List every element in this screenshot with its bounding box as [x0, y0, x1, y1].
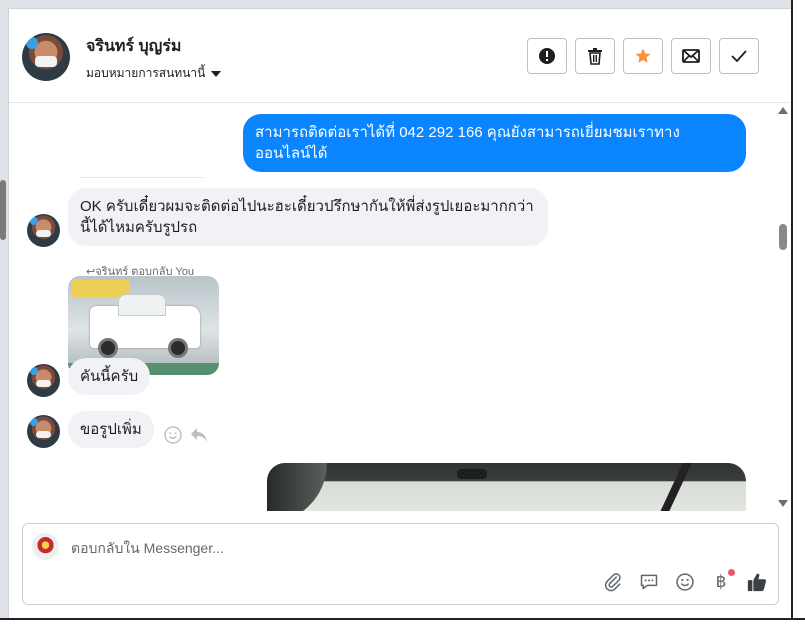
thumbs-up-icon — [747, 573, 767, 592]
assign-conversation-dropdown[interactable]: มอบหมายการสนทนานี้ — [86, 64, 222, 83]
incoming-message[interactable]: คันนี้ครับ — [68, 358, 151, 395]
chevron-down-icon — [211, 70, 222, 77]
scroll-down-arrow[interactable] — [778, 500, 788, 507]
conversation-header: จรินทร์ บุญร่ม มอบหมายการสนทนานี้ — [9, 9, 790, 103]
mark-spam-button[interactable] — [527, 38, 567, 74]
message-thread[interactable]: สามารถติดต่อเราได้ที่ 042 292 166 คุณยัง… — [9, 104, 779, 511]
notification-dot — [728, 569, 735, 576]
composer-toolbar: ฿ — [601, 569, 769, 594]
page-avatar — [32, 533, 59, 560]
baht-icon: ฿ — [715, 572, 727, 592]
like-button[interactable] — [745, 570, 769, 594]
header-actions — [527, 38, 759, 74]
contact-name[interactable]: จรินทร์ บุญร่ม — [86, 34, 181, 59]
payment-button[interactable]: ฿ — [709, 569, 735, 594]
attach-button[interactable] — [601, 570, 625, 594]
chat-bubble-icon — [640, 574, 658, 590]
saved-replies-button[interactable] — [637, 570, 661, 594]
mark-unread-button[interactable] — [671, 38, 711, 74]
window-border — [791, 0, 805, 628]
sender-avatar[interactable] — [27, 364, 60, 397]
emoji-button[interactable] — [673, 570, 697, 594]
smiley-icon — [676, 573, 694, 591]
thread-scrollbar[interactable] — [775, 104, 791, 511]
check-icon — [731, 50, 747, 62]
sender-avatar[interactable] — [27, 415, 60, 448]
mark-done-button[interactable] — [719, 38, 759, 74]
star-button[interactable] — [623, 38, 663, 74]
trash-icon — [588, 48, 602, 65]
alert-icon — [539, 48, 555, 64]
reply-input[interactable] — [71, 538, 571, 558]
shared-car-interior-photo[interactable] — [267, 463, 746, 511]
contact-avatar[interactable] — [22, 33, 70, 81]
outgoing-message[interactable]: สามารถติดต่อเราได้ที่ 042 292 166 คุณยัง… — [243, 114, 746, 172]
avatar-image — [22, 33, 70, 81]
incoming-message[interactable]: ขอรูปเพิ่ม — [68, 411, 154, 448]
paperclip-icon — [604, 573, 621, 592]
envelope-icon — [682, 49, 700, 63]
reply-composer: ฿ — [22, 523, 779, 605]
message-actions — [164, 426, 208, 444]
scroll-thumb[interactable] — [779, 224, 787, 250]
scroll-up-arrow[interactable] — [778, 107, 788, 114]
incoming-message[interactable]: OK ครับเดี๋ยวผมจะติดต่อไปนะฮะเดี๋ยวปรึกษ… — [68, 188, 548, 246]
window-border — [0, 618, 805, 628]
sender-avatar[interactable] — [27, 214, 60, 247]
thread-divider — [79, 177, 204, 178]
assign-label: มอบหมายการสนทนานี้ — [86, 66, 206, 80]
smiley-icon[interactable] — [164, 426, 182, 444]
reply-icon[interactable] — [190, 427, 208, 443]
delete-button[interactable] — [575, 38, 615, 74]
star-icon — [635, 48, 651, 63]
resize-handle[interactable] — [0, 180, 6, 240]
